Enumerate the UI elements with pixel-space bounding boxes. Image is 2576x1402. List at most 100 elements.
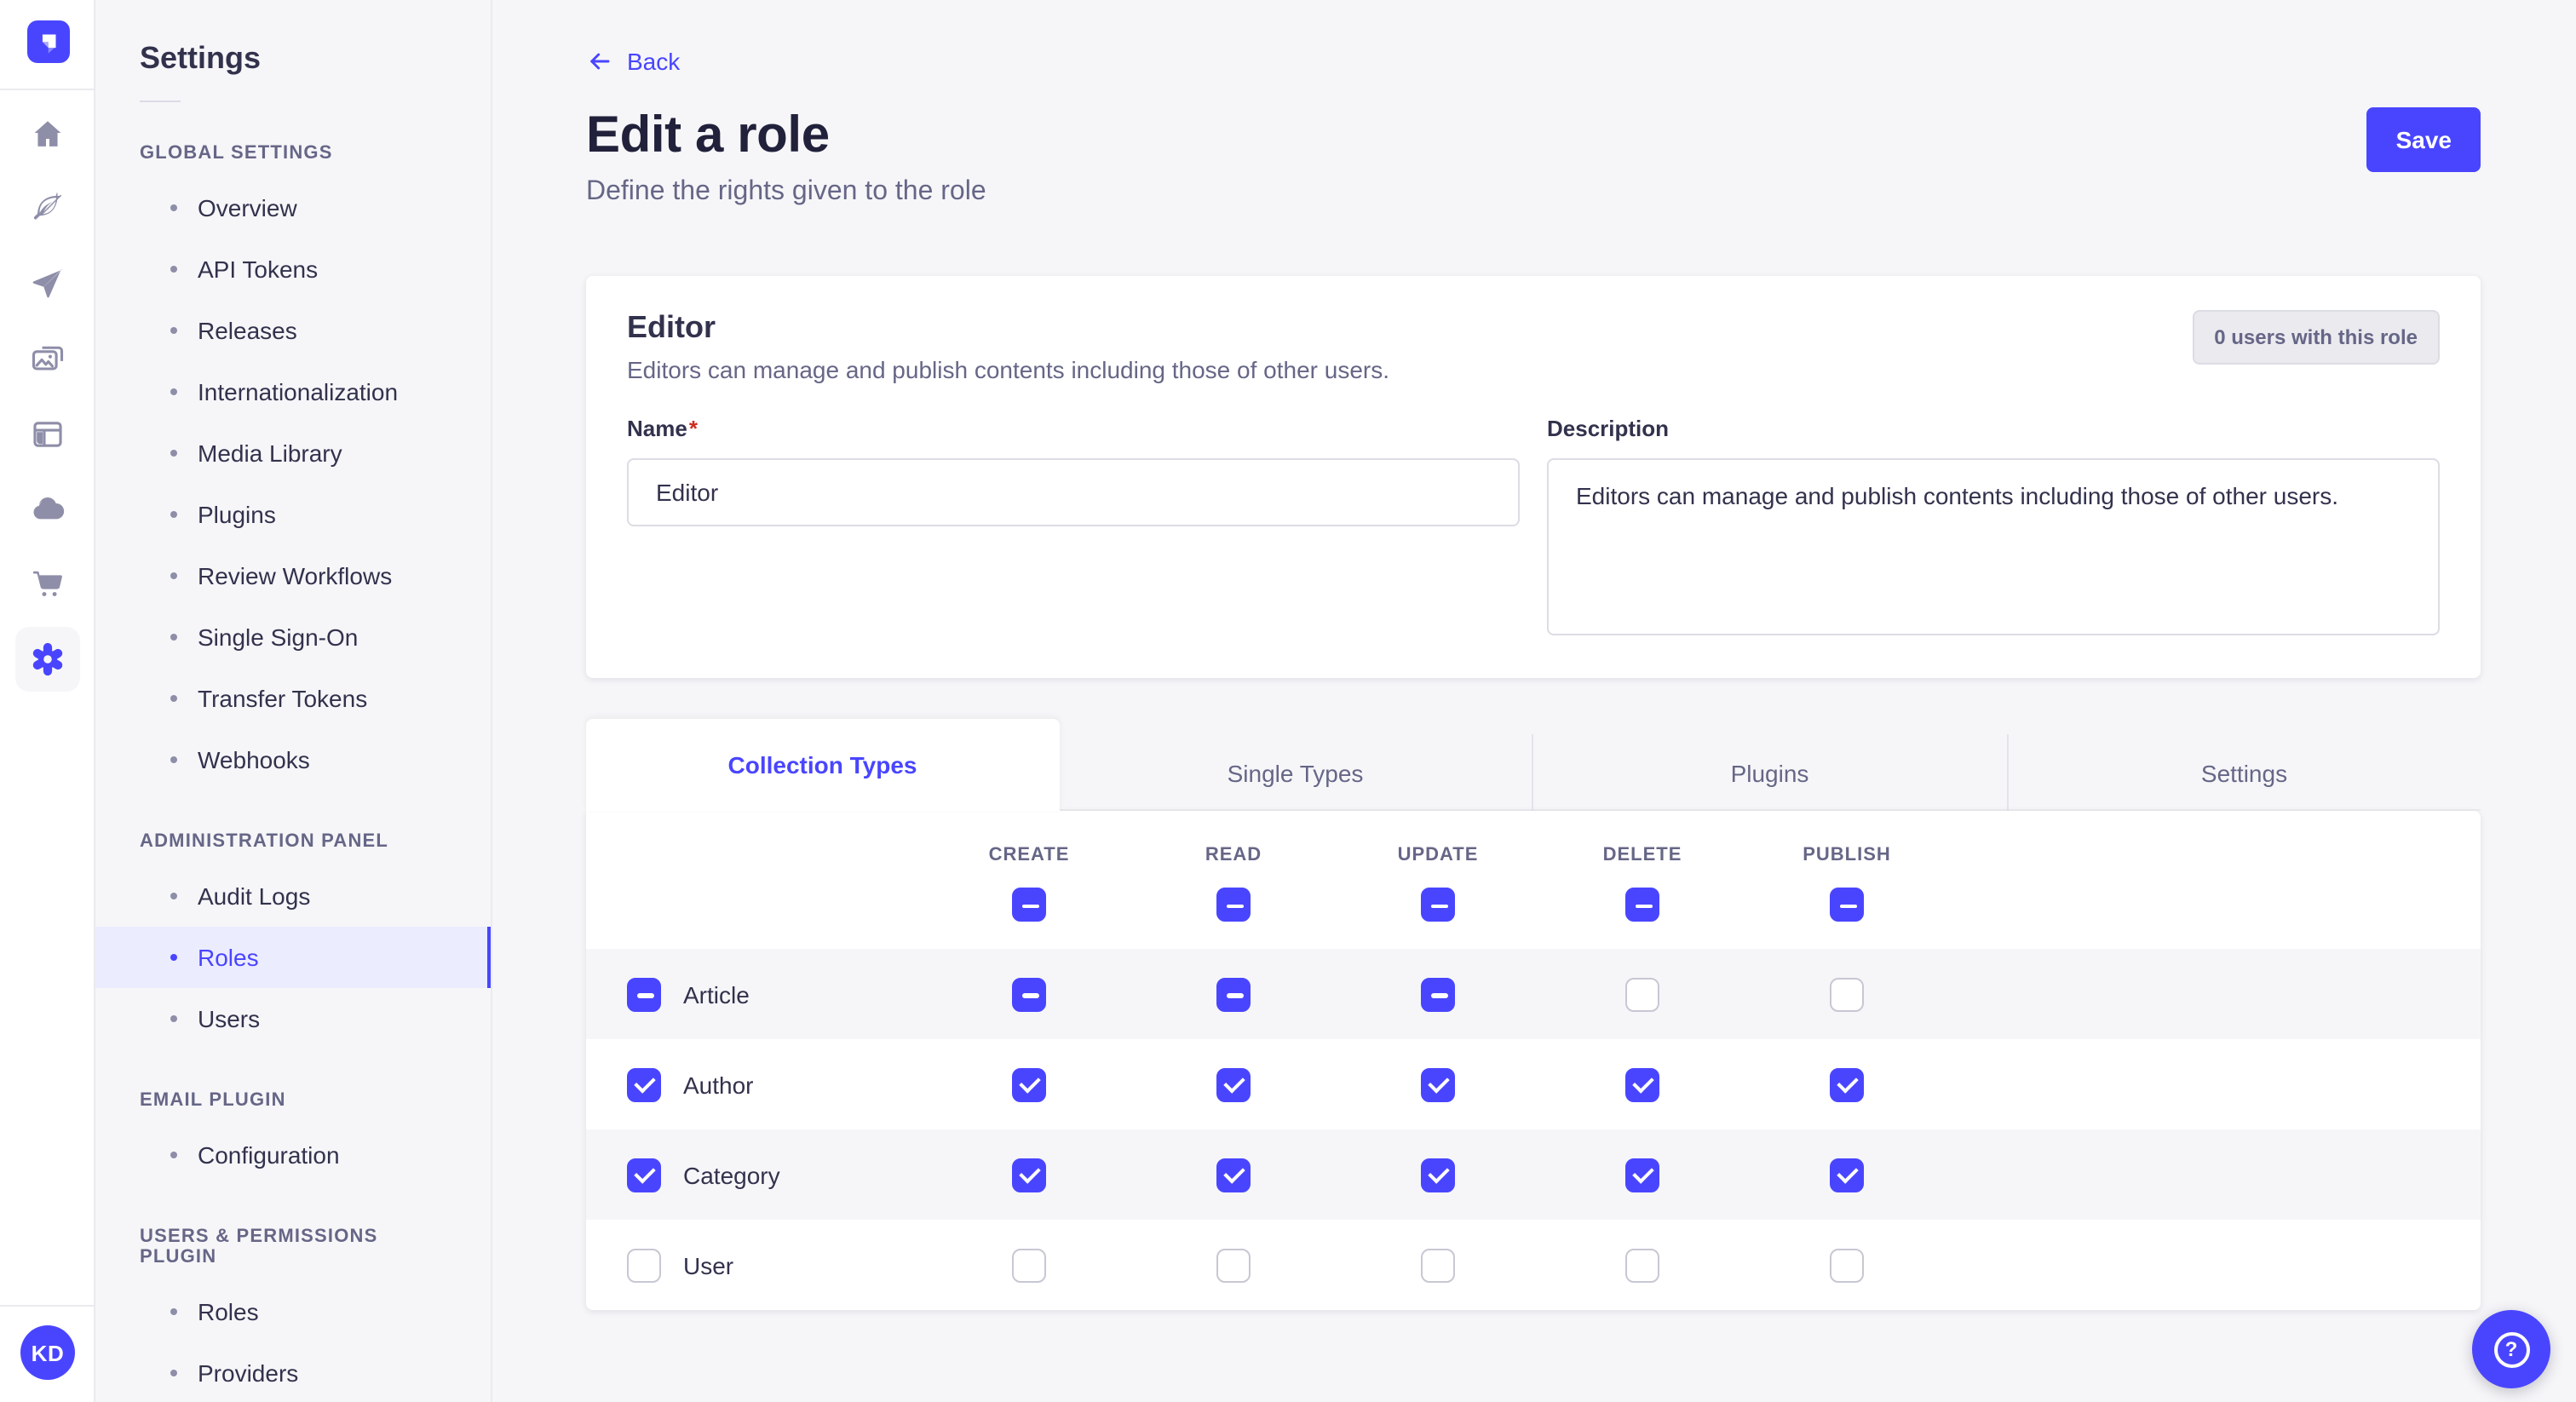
sidebar-item-label: Webhooks (198, 746, 310, 773)
layout-icon[interactable] (14, 402, 79, 467)
name-label: Name* (627, 416, 698, 441)
save-button[interactable]: Save (2367, 107, 2481, 172)
author-update-checkbox[interactable] (1421, 1067, 1455, 1101)
bullet-icon (170, 695, 177, 702)
app: KD Settings GLOBAL SETTINGS Overview API… (0, 0, 2576, 1402)
user-create-checkbox[interactable] (1012, 1248, 1046, 1282)
user-delete-checkbox[interactable] (1625, 1248, 1659, 1282)
media-library-icon[interactable] (14, 327, 79, 392)
sidebar-item-webhooks[interactable]: Webhooks (95, 729, 491, 790)
sidebar-item-transfer-tokens[interactable]: Transfer Tokens (95, 668, 491, 729)
nav-list-administration-panel: Audit Logs Roles Users (95, 865, 491, 1049)
strapi-logo-glyph (34, 27, 63, 56)
cart-icon[interactable] (14, 552, 79, 617)
cloud-icon[interactable] (14, 477, 79, 542)
category-create-checkbox[interactable] (1012, 1158, 1046, 1192)
user-publish-checkbox[interactable] (1830, 1248, 1864, 1282)
sidebar-item-api-tokens[interactable]: API Tokens (95, 238, 491, 300)
tab-collection-types[interactable]: Collection Types (586, 719, 1059, 811)
sidebar-item-review-workflows[interactable]: Review Workflows (95, 545, 491, 606)
author-publish-checkbox[interactable] (1830, 1067, 1864, 1101)
sidebar-item-single-sign-on[interactable]: Single Sign-On (95, 606, 491, 668)
select-all-update-checkbox[interactable] (1421, 888, 1455, 922)
bullet-icon (170, 1015, 177, 1022)
sidebar-item-up-roles[interactable]: Roles (95, 1281, 491, 1342)
sidebar-item-label: Configuration (198, 1141, 340, 1169)
sidebar-item-overview[interactable]: Overview (95, 177, 491, 238)
column-header-delete: DELETE (1603, 845, 1682, 865)
bullet-icon (170, 954, 177, 961)
bullet-icon (170, 388, 177, 395)
sidebar-item-audit-logs[interactable]: Audit Logs (95, 865, 491, 927)
bullet-icon (170, 756, 177, 763)
article-publish-checkbox[interactable] (1830, 977, 1864, 1011)
article-create-checkbox[interactable] (1012, 977, 1046, 1011)
author-delete-checkbox[interactable] (1625, 1067, 1659, 1101)
bullet-icon (170, 1308, 177, 1315)
select-all-publish-checkbox[interactable] (1830, 888, 1864, 922)
author-read-checkbox[interactable] (1216, 1067, 1251, 1101)
author-create-checkbox[interactable] (1012, 1067, 1046, 1101)
help-button[interactable] (2472, 1310, 2550, 1388)
article-row-checkbox[interactable] (627, 977, 661, 1011)
user-read-checkbox[interactable] (1216, 1248, 1251, 1282)
sidebar-item-users[interactable]: Users (95, 988, 491, 1049)
home-icon[interactable] (14, 102, 79, 167)
name-field-group: Name* (627, 414, 1520, 526)
role-heading-block: Editor Editors can manage and publish co… (627, 310, 1389, 383)
select-all-create-checkbox[interactable] (1012, 888, 1046, 922)
select-all-delete-checkbox[interactable] (1625, 888, 1659, 922)
page-title: Edit a role (586, 107, 986, 165)
sidebar-title: Settings (95, 0, 491, 77)
column-header-create: CREATE (989, 845, 1070, 865)
article-read-checkbox[interactable] (1216, 977, 1251, 1011)
row-label: Author (683, 1071, 754, 1098)
sidebar-item-plugins[interactable]: Plugins (95, 484, 491, 545)
user-row-checkbox[interactable] (627, 1248, 661, 1282)
sidebar-item-label: Internationalization (198, 378, 398, 405)
sidebar-item-roles[interactable]: Roles (95, 927, 491, 988)
article-delete-checkbox[interactable] (1625, 977, 1659, 1011)
sidebar-item-releases[interactable]: Releases (95, 300, 491, 361)
tab-single-types[interactable]: Single Types (1059, 734, 1532, 811)
bullet-icon (170, 204, 177, 211)
users-with-role-button[interactable]: 0 users with this role (2192, 310, 2440, 365)
category-delete-checkbox[interactable] (1625, 1158, 1659, 1192)
paper-plane-icon[interactable] (14, 252, 79, 317)
gear-icon[interactable] (14, 627, 79, 692)
category-read-checkbox[interactable] (1216, 1158, 1251, 1192)
category-row-checkbox[interactable] (627, 1158, 661, 1192)
strapi-logo[interactable] (27, 20, 70, 63)
sidebar-item-label: Users (198, 1005, 260, 1032)
name-input[interactable] (627, 458, 1520, 526)
tab-settings[interactable]: Settings (2006, 734, 2481, 811)
sidebar-item-label: Releases (198, 317, 297, 344)
column-header-update: UPDATE (1398, 845, 1479, 865)
sidebar-item-media-library[interactable]: Media Library (95, 422, 491, 484)
question-mark-icon (2493, 1331, 2529, 1367)
avatar[interactable]: KD (20, 1325, 75, 1380)
description-label: Description (1547, 416, 1669, 441)
permissions-panel: CREATE READ UPDATE DELETE PUBLISH (586, 811, 2481, 1310)
required-asterisk: * (689, 416, 698, 441)
sidebar-item-providers[interactable]: Providers (95, 1342, 491, 1402)
tab-plugins[interactable]: Plugins (1532, 734, 2006, 811)
category-publish-checkbox[interactable] (1830, 1158, 1864, 1192)
feather-icon[interactable] (14, 177, 79, 242)
sidebar-divider (140, 101, 181, 102)
sidebar-item-configuration[interactable]: Configuration (95, 1124, 491, 1186)
row-label: Category (683, 1161, 780, 1188)
sidebar-item-label: Single Sign-On (198, 623, 358, 651)
sidebar-item-internationalization[interactable]: Internationalization (95, 361, 491, 422)
article-update-checkbox[interactable] (1421, 977, 1455, 1011)
back-label: Back (627, 48, 680, 75)
bullet-icon (170, 266, 177, 273)
bullet-icon (170, 572, 177, 579)
section-label-administration-panel: ADMINISTRATION PANEL (140, 831, 446, 852)
author-row-checkbox[interactable] (627, 1067, 661, 1101)
user-update-checkbox[interactable] (1421, 1248, 1455, 1282)
back-link[interactable]: Back (586, 48, 680, 75)
category-update-checkbox[interactable] (1421, 1158, 1455, 1192)
description-textarea[interactable]: Editors can manage and publish contents … (1547, 458, 2440, 635)
select-all-read-checkbox[interactable] (1216, 888, 1251, 922)
